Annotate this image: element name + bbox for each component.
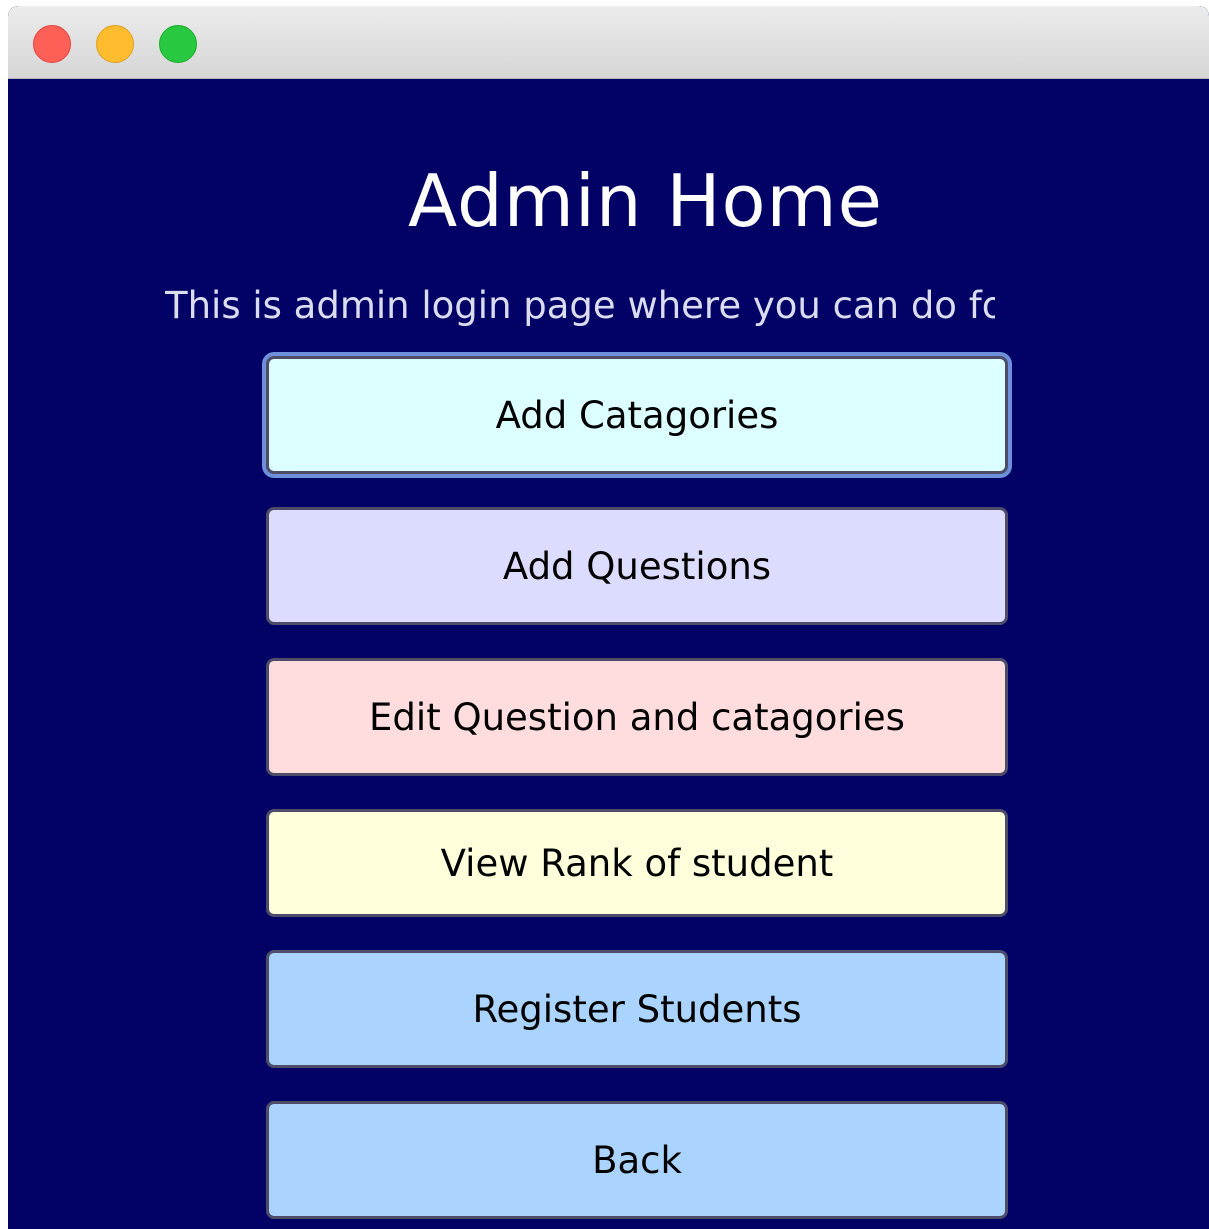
add-questions-button[interactable]: Add Questions: [266, 507, 1008, 625]
register-students-button[interactable]: Register Students: [266, 950, 1008, 1068]
app-window: Admin Home This is admin login page wher…: [8, 6, 1209, 1229]
register-students-label: Register Students: [472, 987, 802, 1031]
close-icon[interactable]: [33, 25, 71, 63]
page-title: Admin Home: [408, 159, 883, 243]
back-button[interactable]: Back: [266, 1101, 1008, 1219]
minimize-icon[interactable]: [96, 25, 134, 63]
maximize-icon[interactable]: [159, 25, 197, 63]
title-bar: [8, 6, 1209, 79]
edit-question-and-categories-button[interactable]: Edit Question and catagories: [266, 658, 1008, 776]
edit-question-and-categories-label: Edit Question and catagories: [369, 695, 905, 739]
add-categories-button[interactable]: Add Catagories: [266, 356, 1008, 474]
view-rank-of-student-label: View Rank of student: [440, 841, 834, 885]
back-label: Back: [592, 1138, 682, 1182]
add-categories-label: Add Catagories: [495, 393, 779, 437]
add-questions-label: Add Questions: [502, 544, 772, 588]
page-subtitle: This is admin login page where you can d…: [165, 284, 995, 327]
view-rank-of-student-button[interactable]: View Rank of student: [266, 809, 1008, 917]
